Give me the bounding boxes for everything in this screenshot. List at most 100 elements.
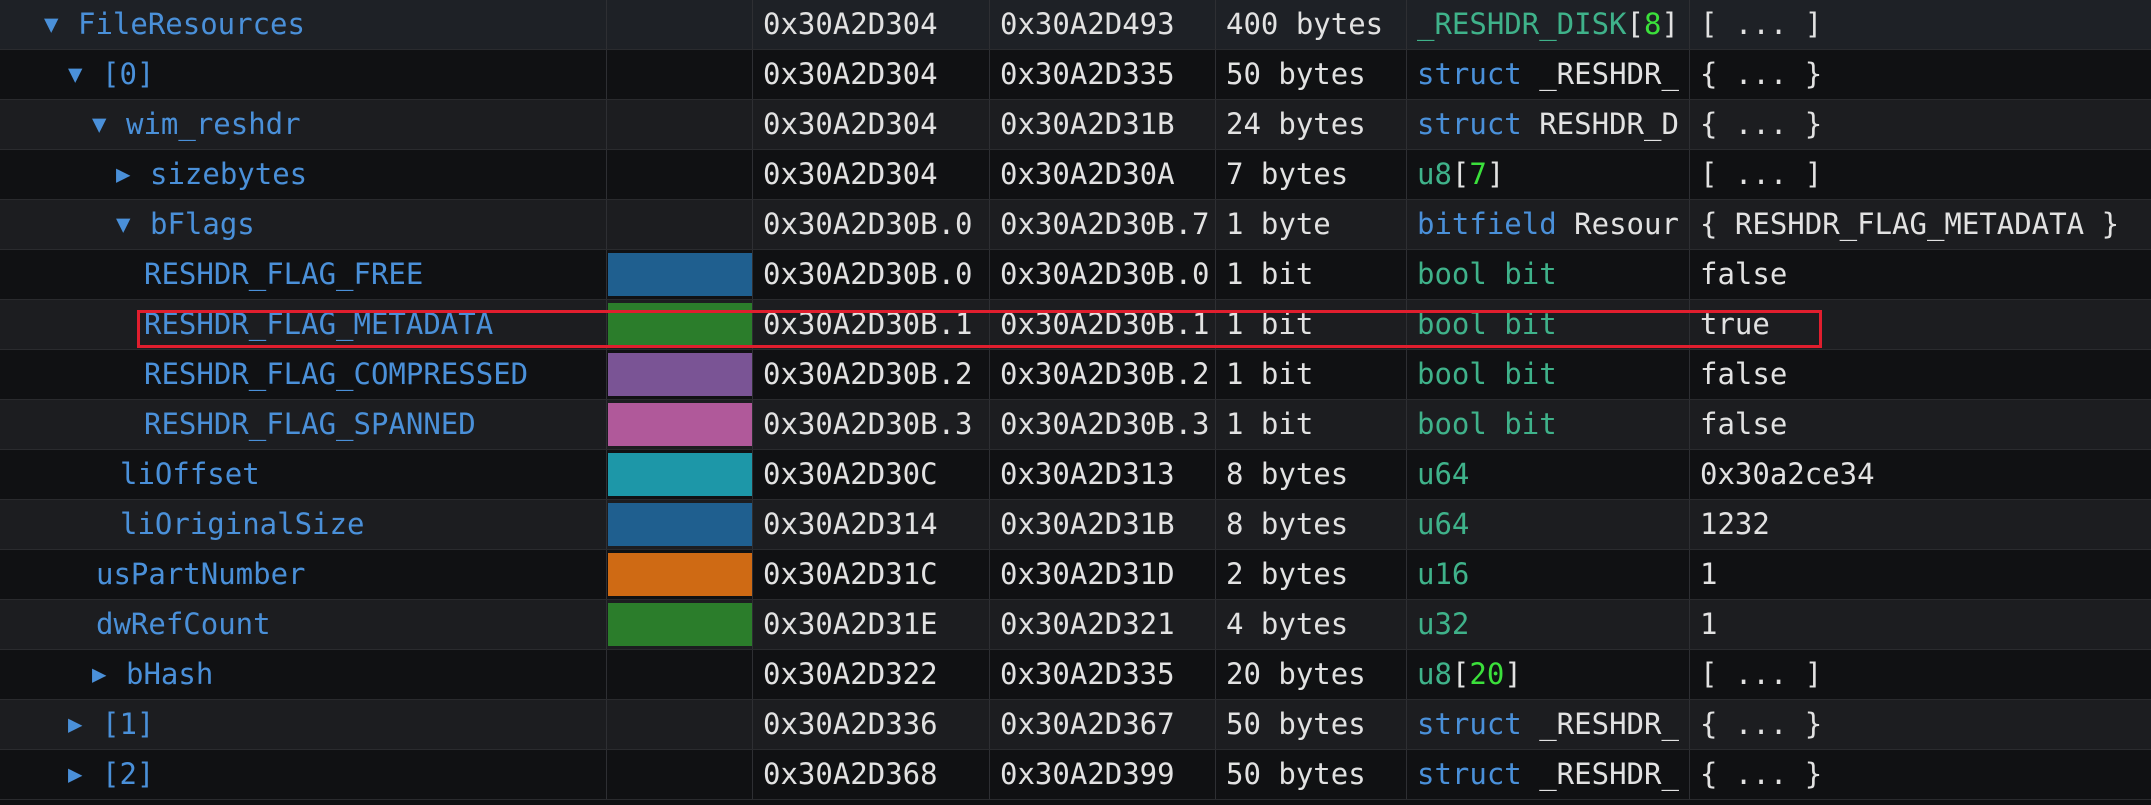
tree-row[interactable]: ▶ [1] 0x30A2D336 0x30A2D367 50 bytes struct _… — [0, 700, 2151, 750]
name-cell: ▶ [2] — [0, 750, 607, 799]
type-bracket-close: ] — [1504, 657, 1522, 691]
tree-row[interactable]: ▶ [2] 0x30A2D368 0x30A2D399 50 bytes struct _… — [0, 750, 2151, 800]
tree-row[interactable]: RESHDR_FLAG_FREE 0x30A2D30B.0 0x30A2D30B.0… — [0, 250, 2151, 300]
field-name: RESHDR_FLAG_METADATA — [144, 307, 494, 341]
field-name: [0] — [102, 57, 155, 91]
name-cell: RESHDR_FLAG_SPANNED — [0, 400, 607, 449]
tree-row[interactable]: liOriginalSize 0x30A2D314 0x30A2D31B 8 byte… — [0, 500, 2151, 550]
size-cell: 1 byte — [1216, 200, 1407, 249]
end-address-cell: 0x30A2D367 — [990, 700, 1216, 749]
value-cell: [ ... ] — [1700, 657, 1823, 691]
type-bracket-open: [ — [1451, 657, 1470, 691]
name-cell: ▶ bHash — [0, 650, 607, 699]
color-cell — [607, 300, 753, 349]
type-cell: u64 — [1407, 450, 1690, 499]
start-address-cell: 0x30A2D30B.0 — [753, 250, 990, 299]
tree-row[interactable]: ▼ FileResources 0x30A2D304 0x30A2D493 400 by… — [0, 0, 2151, 50]
type-cell: struct _RESHDR_ — [1407, 700, 1690, 749]
name-cell: dwRefCount — [0, 600, 607, 649]
value-cell: { RESHDR_FLAG_METADATA } — [1700, 207, 2120, 241]
name-cell: usPartNumber — [0, 550, 607, 599]
expand-arrow-icon[interactable]: ▶ — [92, 650, 126, 699]
field-name: RESHDR_FLAG_COMPRESSED — [144, 357, 529, 391]
collapse-arrow-icon[interactable]: ▼ — [116, 200, 150, 249]
field-name: [2] — [102, 757, 155, 791]
value-cell: false — [1700, 357, 1788, 391]
expand-arrow-icon[interactable]: ▶ — [68, 700, 102, 749]
name-cell: ▼ [0] — [0, 50, 607, 99]
type-cell: u8[7] — [1407, 150, 1690, 199]
color-cell — [607, 400, 753, 449]
size-cell: 24 bytes — [1216, 100, 1407, 149]
tree-row[interactable]: liOffset 0x30A2D30C 0x30A2D313 8 bytes u64 0x… — [0, 450, 2151, 500]
type-cell: struct _RESHDR_ — [1407, 750, 1690, 799]
end-address-cell: 0x30A2D30B.3 — [990, 400, 1216, 449]
type-name: Resour — [1556, 207, 1679, 241]
color-cell — [607, 550, 753, 599]
type-bracket-close: ] — [1486, 157, 1505, 191]
type-keyword: u32 — [1417, 607, 1470, 641]
field-name: RESHDR_FLAG_SPANNED — [144, 407, 476, 441]
start-address-cell: 0x30A2D30B.2 — [753, 350, 990, 399]
type-cell: bool bit — [1407, 350, 1690, 399]
collapse-arrow-icon[interactable]: ▼ — [92, 100, 126, 149]
start-address-cell: 0x30A2D336 — [753, 700, 990, 749]
size-cell: 1 bit — [1216, 300, 1407, 349]
field-name: usPartNumber — [96, 557, 306, 591]
tree-row[interactable]: RESHDR_FLAG_COMPRESSED 0x30A2D30B.2 0x30A2… — [0, 350, 2151, 400]
type-cell: bitfield Resour — [1407, 200, 1690, 249]
value-cell: 0x30a2ce34 — [1700, 457, 1875, 491]
tree-row[interactable]: ▼ [0] 0x30A2D304 0x30A2D335 50 bytes struct _… — [0, 50, 2151, 100]
color-swatch — [608, 303, 752, 346]
tree-row[interactable]: RESHDR_FLAG_METADATA 0x30A2D30B.1 0x30A2D3… — [0, 300, 2151, 350]
name-cell: liOriginalSize — [0, 500, 607, 549]
expand-arrow-icon[interactable]: ▶ — [68, 750, 102, 799]
end-address-cell: 0x30A2D493 — [990, 0, 1216, 49]
field-name: sizebytes — [150, 157, 308, 191]
type-keyword: u64 — [1417, 507, 1470, 541]
start-address-cell: 0x30A2D30B.1 — [753, 300, 990, 349]
tree-row[interactable]: usPartNumber 0x30A2D31C 0x30A2D31D 2 bytes u… — [0, 550, 2151, 600]
type-keyword: struct — [1417, 757, 1522, 791]
color-cell — [607, 250, 753, 299]
start-address-cell: 0x30A2D368 — [753, 750, 990, 799]
color-cell — [607, 50, 753, 99]
start-address-cell: 0x30A2D322 — [753, 650, 990, 699]
end-address-cell: 0x30A2D335 — [990, 650, 1216, 699]
type-cell: bool bit — [1407, 250, 1690, 299]
field-name: dwRefCount — [96, 607, 271, 641]
type-bracket-close: ] — [1661, 7, 1679, 41]
value-cell: false — [1700, 257, 1788, 291]
tree-row[interactable]: ▼ bFlags 0x30A2D30B.0 0x30A2D30B.7 1 byte bit… — [0, 200, 2151, 250]
size-cell: 20 bytes — [1216, 650, 1407, 699]
tree-row[interactable]: ▼ wim_reshdr 0x30A2D304 0x30A2D31B 24 bytes s… — [0, 100, 2151, 150]
name-cell: ▼ bFlags — [0, 200, 607, 249]
type-keyword: u64 — [1417, 457, 1470, 491]
start-address-cell: 0x30A2D31C — [753, 550, 990, 599]
start-address-cell: 0x30A2D30C — [753, 450, 990, 499]
name-cell: RESHDR_FLAG_COMPRESSED — [0, 350, 607, 399]
expand-arrow-icon[interactable]: ▶ — [116, 150, 150, 199]
color-cell — [607, 500, 753, 549]
collapse-arrow-icon[interactable]: ▼ — [68, 50, 102, 99]
end-address-cell: 0x30A2D30A — [990, 150, 1216, 199]
color-swatch — [608, 453, 752, 496]
type-cell: struct RESHDR_D — [1407, 100, 1690, 149]
size-cell: 2 bytes — [1216, 550, 1407, 599]
tree-row[interactable]: dwRefCount 0x30A2D31E 0x30A2D321 4 bytes u32… — [0, 600, 2151, 650]
type-cell: bool bit — [1407, 300, 1690, 349]
field-name: RESHDR_FLAG_FREE — [144, 257, 424, 291]
color-cell — [607, 0, 753, 49]
type-cell: u16 — [1407, 550, 1690, 599]
tree-row[interactable]: RESHDR_FLAG_SPANNED 0x30A2D30B.3 0x30A2D30… — [0, 400, 2151, 450]
end-address-cell: 0x30A2D313 — [990, 450, 1216, 499]
collapse-arrow-icon[interactable]: ▼ — [44, 0, 78, 49]
type-name: _RESHDR_ — [1521, 757, 1679, 791]
tree-row[interactable]: ▶ bHash 0x30A2D322 0x30A2D335 20 bytes u8[20]… — [0, 650, 2151, 700]
tree-row[interactable]: ▶ sizebytes 0x30A2D304 0x30A2D30A 7 bytes u8[… — [0, 150, 2151, 200]
type-keyword: struct — [1417, 707, 1522, 741]
type-cell: _RESHDR_DISK[8] — [1407, 0, 1690, 49]
color-cell — [607, 200, 753, 249]
color-cell — [607, 750, 753, 799]
type-bracket-open: [ — [1451, 157, 1470, 191]
